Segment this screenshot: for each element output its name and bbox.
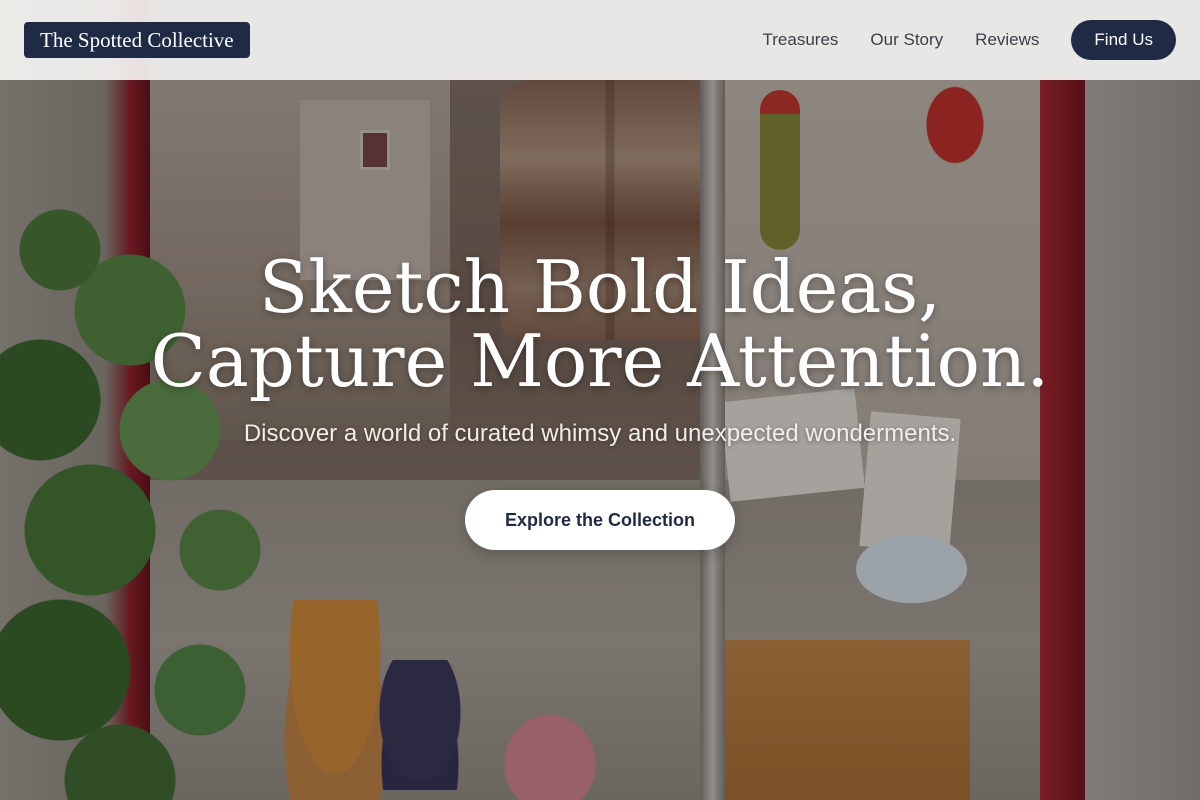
explore-collection-button[interactable]: Explore the Collection bbox=[465, 490, 735, 550]
main-nav: Treasures Our Story Reviews Find Us bbox=[763, 20, 1176, 60]
nav-reviews[interactable]: Reviews bbox=[975, 30, 1039, 50]
site-logo[interactable]: The Spotted Collective bbox=[24, 22, 250, 58]
hero-subtitle: Discover a world of curated whimsy and u… bbox=[243, 420, 957, 447]
hero-section: Sketch Bold Ideas, Capture More Attentio… bbox=[0, 80, 1200, 800]
nav-our-story[interactable]: Our Story bbox=[870, 30, 943, 50]
hero-title-line-2: Capture More Attention. bbox=[150, 319, 1050, 403]
find-us-button[interactable]: Find Us bbox=[1071, 20, 1176, 60]
page: The Spotted Collective Treasures Our Sto… bbox=[0, 0, 1200, 800]
hero-title: Sketch Bold Ideas, Capture More Attentio… bbox=[0, 250, 1200, 398]
nav-treasures[interactable]: Treasures bbox=[763, 30, 839, 50]
hero-title-line-1: Sketch Bold Ideas, bbox=[258, 245, 942, 329]
site-header: The Spotted Collective Treasures Our Sto… bbox=[0, 0, 1200, 80]
